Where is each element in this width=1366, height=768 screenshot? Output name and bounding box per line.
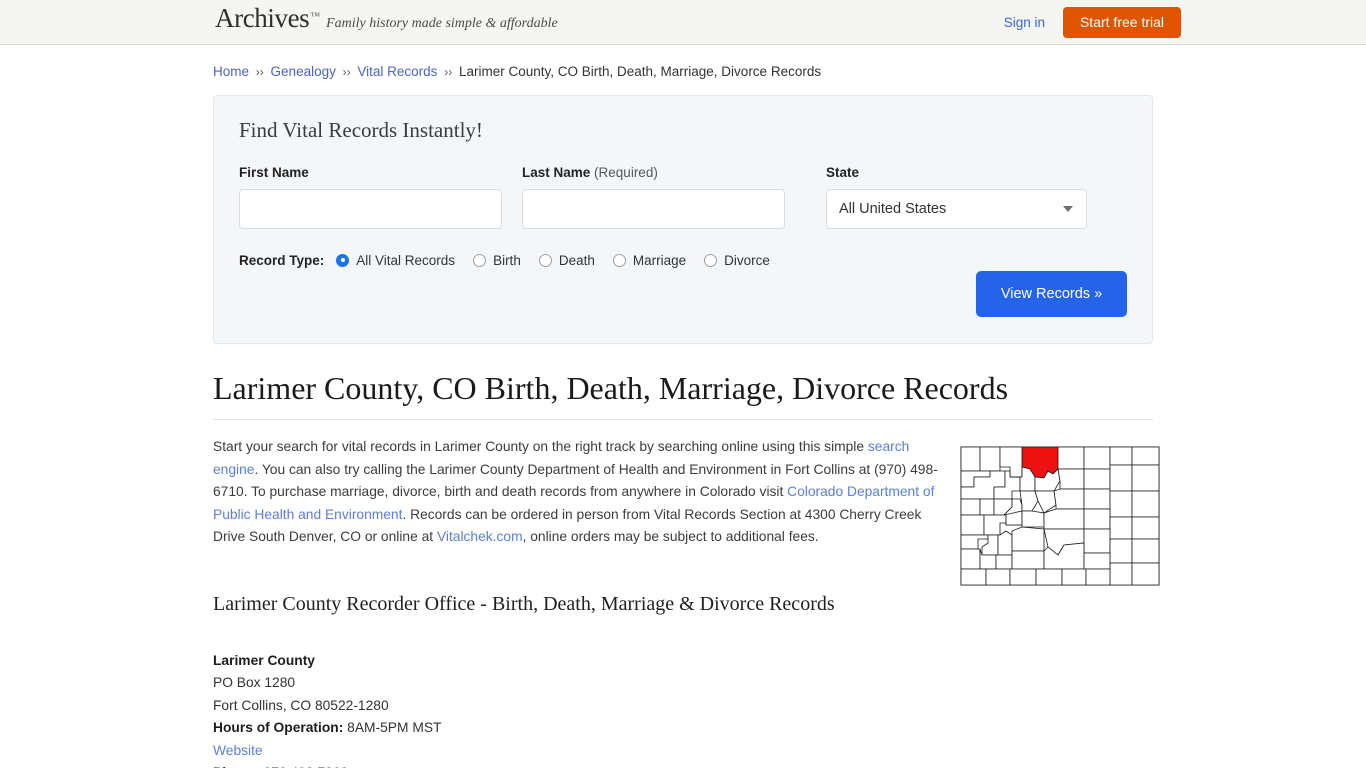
office-address-block: Larimer County PO Box 1280 Fort Collins,…: [213, 650, 1153, 768]
breadcrumb-item-vital-records[interactable]: Vital Records: [357, 64, 437, 79]
page-title: Larimer County, CO Birth, Death, Marriag…: [213, 370, 1153, 421]
header-inner: Archives ™ Family history made simple & …: [213, 0, 1153, 44]
radio-icon: [704, 254, 717, 267]
radio-label: Birth: [493, 253, 521, 268]
office-street: PO Box 1280: [213, 672, 1153, 695]
radio-icon: [336, 254, 349, 267]
radio-birth[interactable]: Birth: [473, 253, 521, 268]
sign-in-link[interactable]: Sign in: [1004, 15, 1045, 30]
paragraph-part-1: Start your search for vital records in L…: [213, 439, 868, 454]
first-name-input[interactable]: [239, 189, 502, 229]
state-field-group: State All United States: [826, 165, 1087, 229]
colorado-county-map: [960, 443, 1160, 589]
state-select-value: All United States: [839, 201, 946, 217]
first-name-field-group: First Name: [239, 165, 502, 229]
breadcrumb-separator: ››: [256, 65, 264, 79]
radio-divorce[interactable]: Divorce: [704, 253, 770, 268]
trademark-icon: ™: [310, 11, 320, 22]
site-header: Archives ™ Family history made simple & …: [0, 0, 1366, 45]
last-name-label: Last Name (Required): [522, 165, 785, 180]
breadcrumb: Home ›› Genealogy ›› Vital Records ›› La…: [213, 45, 1153, 81]
last-name-required-note: (Required): [594, 165, 658, 180]
recorder-office-heading: Larimer County Recorder Office - Birth, …: [213, 593, 1153, 616]
radio-label: Divorce: [724, 253, 770, 268]
office-website-link[interactable]: Website: [213, 743, 263, 758]
office-phone-row: Phone: 970.498.7860: [213, 762, 1153, 768]
paragraph-part-4: , online orders may be subject to additi…: [523, 529, 819, 544]
state-label: State: [826, 165, 1087, 180]
start-free-trial-button[interactable]: Start free trial: [1063, 7, 1181, 38]
breadcrumb-item-home[interactable]: Home: [213, 64, 249, 79]
breadcrumb-separator: ››: [343, 65, 351, 79]
content-block: Start your search for vital records in L…: [213, 436, 1153, 549]
last-name-label-text: Last Name: [522, 165, 590, 180]
vital-records-search-panel: Find Vital Records Instantly! First Name…: [213, 95, 1153, 344]
office-hours-row: Hours of Operation: 8AM-5PM MST: [213, 717, 1153, 740]
brand-tagline: Family history made simple & affordable: [326, 16, 558, 32]
first-name-label: First Name: [239, 165, 502, 180]
radio-all-vital-records[interactable]: All Vital Records: [336, 253, 455, 268]
radio-marriage[interactable]: Marriage: [613, 253, 686, 268]
office-city-state-zip: Fort Collins, CO 80522-1280: [213, 695, 1153, 718]
view-records-button[interactable]: View Records »: [976, 271, 1127, 317]
breadcrumb-separator: ››: [444, 65, 452, 79]
office-hours-value: 8AM-5PM MST: [347, 720, 441, 735]
record-type-row: Record Type: All Vital Records Birth Dea…: [239, 253, 1127, 268]
vitalchek-link[interactable]: Vitalchek.com: [437, 529, 523, 544]
header-actions: Sign in Start free trial: [1004, 7, 1181, 38]
chevron-down-icon: [1063, 206, 1073, 212]
brand-name: Archives: [215, 5, 309, 32]
intro-paragraph: Start your search for vital records in L…: [213, 436, 948, 549]
breadcrumb-item-genealogy[interactable]: Genealogy: [271, 64, 336, 79]
radio-icon: [613, 254, 626, 267]
archives-logo[interactable]: Archives ™ Family history made simple & …: [215, 5, 558, 32]
last-name-input[interactable]: [522, 189, 785, 229]
state-select[interactable]: All United States: [826, 189, 1087, 229]
radio-death[interactable]: Death: [539, 253, 595, 268]
record-type-label: Record Type:: [239, 253, 324, 268]
radio-label: All Vital Records: [356, 253, 455, 268]
breadcrumb-current: Larimer County, CO Birth, Death, Marriag…: [459, 64, 821, 79]
state-select-wrapper: All United States: [826, 189, 1087, 229]
page-container: Home ›› Genealogy ›› Vital Records ›› La…: [213, 45, 1153, 768]
office-county-name: Larimer County: [213, 650, 1153, 673]
search-panel-title: Find Vital Records Instantly!: [239, 118, 1127, 143]
search-fields-row: First Name Last Name (Required) State Al…: [239, 165, 1127, 229]
radio-label: Death: [559, 253, 595, 268]
radio-label: Marriage: [633, 253, 686, 268]
radio-icon: [473, 254, 486, 267]
office-hours-label: Hours of Operation:: [213, 720, 343, 735]
radio-icon: [539, 254, 552, 267]
last-name-field-group: Last Name (Required): [522, 165, 785, 229]
